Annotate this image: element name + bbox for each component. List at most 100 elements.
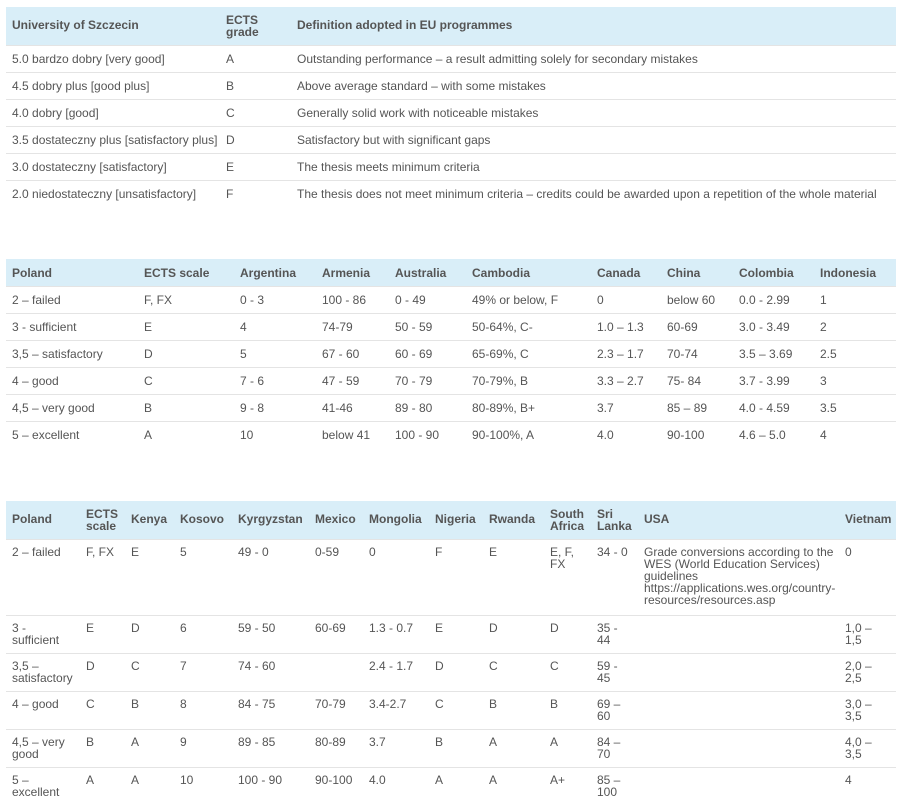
table-cell: The thesis does not meet minimum criteri… (291, 179, 896, 207)
table-cell: 8 (174, 690, 232, 729)
table-cell: E (125, 538, 174, 615)
table-cell: 0 (839, 538, 896, 615)
table-cell: 3.0 dostateczny [satisfactory] (6, 152, 220, 180)
table-cell: B (544, 690, 591, 729)
col-armenia: Armenia (316, 259, 389, 286)
table-cell: A (483, 728, 544, 767)
table-cell: 4.0 - 4.59 (733, 393, 814, 421)
col-kenya: Kenya (125, 501, 174, 539)
table-cell: 1,0 – 1,5 (839, 614, 896, 653)
col-mexico: Mexico (309, 501, 363, 539)
table-cell: 9 - 8 (234, 393, 316, 421)
table-cell: F (220, 179, 291, 207)
col-kyrgyzstan: Kyrgyzstan (232, 501, 309, 539)
table-cell: B (138, 393, 234, 421)
table-row: 3.0 dostateczny [satisfactory] E The thesi… (6, 152, 896, 180)
table-cell: 34 - 0 (591, 538, 638, 615)
table-cell: C (483, 652, 544, 691)
table-cell: 69 – 60 (591, 690, 638, 729)
table-cell: 4 (814, 420, 896, 448)
table-header-row: Poland ECTS scale Kenya Kosovo Kyrgyzstan Mex… (6, 501, 896, 539)
table-cell: 100 - 90 (389, 420, 466, 448)
table-cell: 4.0 (591, 420, 661, 448)
table-cell: 2 – failed (6, 285, 138, 313)
table-cell: A (80, 766, 125, 805)
col-china: China (661, 259, 733, 286)
table-row: 4.0 dobry [good] C Generally solid work wi… (6, 98, 896, 126)
col-poland: Poland (6, 501, 80, 539)
table-cell: F, FX (138, 285, 234, 313)
table-cell: C (125, 652, 174, 691)
col-sri-lanka: Sri Lanka (591, 501, 638, 539)
table-cell: 74-79 (316, 312, 389, 340)
table-cell: 70 - 79 (389, 366, 466, 394)
table-cell: 3 - sufficient (6, 614, 80, 653)
table-row: 5 – excellent A A 10 100 - 90 90-100 4.0 A A A+ 85… (6, 766, 896, 805)
table-row: 5.0 bardzo dobry [very good] A Outstanding… (6, 44, 896, 72)
table-cell: Grade conversions according to the WES (… (638, 538, 839, 615)
table-cell: A (544, 728, 591, 767)
table-cell (638, 652, 839, 691)
table-cell: 59 - 50 (232, 614, 309, 653)
table-cell: E (138, 312, 234, 340)
table-cell: Satisfactory but with significant gaps (291, 125, 896, 153)
table-cell: 4,0 – 3,5 (839, 728, 896, 767)
table-cell: A (125, 766, 174, 805)
table-cell: D (80, 652, 125, 691)
table-cell: 4,5 – very good (6, 728, 80, 767)
table-cell: B (125, 690, 174, 729)
table-body: 5.0 bardzo dobry [very good] A Outstanding… (6, 44, 896, 207)
table-cell: 3.5 dostateczny plus [satisfactory plus] (6, 125, 220, 153)
table-cell: 50-64%, C- (466, 312, 591, 340)
table-cell: 5 (234, 339, 316, 367)
table-cell: C (544, 652, 591, 691)
table-cell: 4 – good (6, 690, 80, 729)
table-cell: 84 – 70 (591, 728, 638, 767)
table-cell: F, FX (80, 538, 125, 615)
table-cell: A+ (544, 766, 591, 805)
table-cell: D (220, 125, 291, 153)
table-cell: 4 (234, 312, 316, 340)
table-cell: 75- 84 (661, 366, 733, 394)
table-cell: 89 - 80 (389, 393, 466, 421)
table-cell: D (138, 339, 234, 367)
table-row: 3,5 – satisfactory D C 7 74 - 60 2.4 - 1.7 D C C… (6, 652, 896, 691)
table-cell: 49% or below, F (466, 285, 591, 313)
table-cell: 6 (174, 614, 232, 653)
table-cell: B (220, 71, 291, 99)
col-university-of-szczecin: University of Szczecin (6, 7, 220, 45)
table-cell: A (220, 44, 291, 72)
table-cell: 3,0 – 3,5 (839, 690, 896, 729)
col-poland: Poland (6, 259, 138, 286)
table-cell: 10 (174, 766, 232, 805)
table-cell: 5 (174, 538, 232, 615)
table-cell: 5 – excellent (6, 420, 138, 448)
table-cell: 100 - 90 (232, 766, 309, 805)
table-cell: 70-74 (661, 339, 733, 367)
table-cell: 50 - 59 (389, 312, 466, 340)
table-cell: 3.7 - 3.99 (733, 366, 814, 394)
table-cell: 7 - 6 (234, 366, 316, 394)
table-cell: C (220, 98, 291, 126)
table-cell: D (429, 652, 483, 691)
table-row: 3.5 dostateczny plus [satisfactory plus]… (6, 125, 896, 153)
table-cell: 60 - 69 (389, 339, 466, 367)
table-cell: E (220, 152, 291, 180)
table-cell: 35 - 44 (591, 614, 638, 653)
table-header-row: University of Szczecin ECTS grade Defini… (6, 7, 896, 45)
table-cell: 49 - 0 (232, 538, 309, 615)
col-nigeria: Nigeria (429, 501, 483, 539)
table-cell: Outstanding performance – a result admit… (291, 44, 896, 72)
table-cell: 5 – excellent (6, 766, 80, 805)
col-mongolia: Mongolia (363, 501, 429, 539)
table-cell: 80-89%, B+ (466, 393, 591, 421)
table-cell: A (483, 766, 544, 805)
table-cell: 2.3 – 1.7 (591, 339, 661, 367)
table-cell: 84 - 75 (232, 690, 309, 729)
table-cell: 90-100%, A (466, 420, 591, 448)
table-cell: Generally solid work with noticeable mis… (291, 98, 896, 126)
table-cell: 60-69 (661, 312, 733, 340)
col-ects-grade: ECTS grade (220, 7, 291, 45)
table-row: 2.0 niedostateczny [unsatisfactory] F The … (6, 179, 896, 207)
col-rwanda: Rwanda (483, 501, 544, 539)
